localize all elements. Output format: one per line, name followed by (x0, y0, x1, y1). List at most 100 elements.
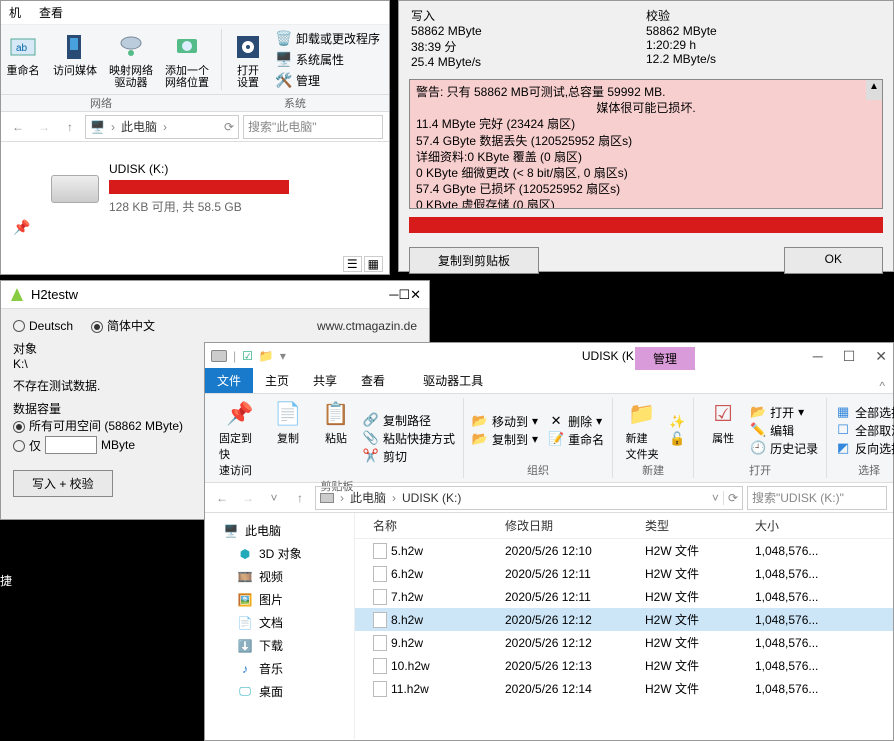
file-row[interactable]: 11.h2w2020/5/26 12:14H2W 文件1,048,576... (355, 677, 893, 700)
rename-button[interactable]: 📝重命名 (548, 431, 604, 448)
sidebar-3d[interactable]: ⬢3D 对象 (209, 542, 350, 565)
write-verify-button[interactable]: 写入 + 校验 (13, 470, 113, 497)
file-row[interactable]: 6.h2w2020/5/26 12:11H2W 文件1,048,576... (355, 562, 893, 585)
qat-dropdown[interactable]: ▾ (280, 349, 286, 363)
qat-folder[interactable]: 📁 (259, 349, 274, 363)
open-button[interactable]: 📂打开 ▾ (750, 404, 818, 421)
col-name[interactable]: 名称 (355, 517, 505, 534)
tab-drive-tools[interactable]: 驱动器工具 (411, 368, 495, 393)
close-button[interactable]: ✕ (875, 348, 887, 365)
file-row[interactable]: 7.h2w2020/5/26 12:11H2W 文件1,048,576... (355, 585, 893, 608)
minimize-button[interactable]: ─ (813, 348, 823, 365)
maximize-button[interactable]: ☐ (843, 348, 856, 365)
easyaccess-button[interactable]: 🔓 (669, 431, 685, 447)
back-button[interactable]: ← (7, 116, 29, 138)
sidebar-thispc[interactable]: 🖥️此电脑 (209, 519, 350, 542)
refresh-button[interactable]: ⟳ (224, 120, 234, 134)
forward-button[interactable]: → (237, 487, 259, 509)
search-input[interactable]: 搜索"此电脑" (243, 115, 383, 139)
sidebar-pictures[interactable]: 🖼️图片 (209, 588, 350, 611)
file-row[interactable]: 10.h2w2020/5/26 12:13H2W 文件1,048,576... (355, 654, 893, 677)
pin-quickaccess-button[interactable]: 📌固定到快 速访问 (219, 398, 261, 478)
map-network-button[interactable]: 映射网络 驱动器 (109, 29, 153, 90)
mbyte-input[interactable] (45, 436, 97, 454)
view-list-button[interactable]: ☰ (343, 256, 362, 272)
only-radio[interactable]: 仅 (13, 437, 41, 454)
file-row[interactable]: 9.h2w2020/5/26 12:12H2W 文件1,048,576... (355, 631, 893, 654)
select-none-button[interactable]: ☐全部取消 (835, 422, 894, 439)
website-link[interactable]: www.ctmagazin.de (317, 319, 417, 333)
copyto-button[interactable]: 📂复制到 ▾ (472, 431, 538, 448)
sidebar-downloads[interactable]: ⬇️下载 (209, 634, 350, 657)
sidebar-documents[interactable]: 📄文档 (209, 611, 350, 634)
sidebar-video[interactable]: 🎞️视频 (209, 565, 350, 588)
lang-de-radio[interactable]: Deutsch (13, 319, 73, 333)
error-log[interactable]: ▲ 警告: 只有 58862 MB可测试,总容量 59992 MB. 媒体很可能… (409, 79, 883, 209)
file-size: 1,048,576... (755, 636, 845, 650)
recent-button[interactable]: ˅ (263, 487, 285, 509)
delete-button[interactable]: ✕删除 ▾ (548, 413, 604, 430)
refresh-button[interactable]: ⟳ (723, 491, 738, 505)
address-field[interactable]: › 此电脑 › UDISK (K:) ˅ ⟳ (315, 486, 743, 510)
lang-cn-radio[interactable]: 简体中文 (91, 317, 155, 334)
selinv-icon: ◩ (835, 440, 851, 456)
select-invert-button[interactable]: ◩反向选择 (835, 440, 894, 457)
open-settings-button[interactable]: 打开 设置 (230, 29, 266, 90)
tab-home[interactable]: 主页 (253, 368, 301, 393)
paste-button[interactable]: 📋粘贴 (315, 398, 357, 478)
manage-button[interactable]: 🛠️管理 (274, 71, 382, 90)
view-menu[interactable]: 查看 (39, 4, 63, 21)
file-icon (373, 589, 387, 605)
collapse-ribbon-button[interactable]: ^ (871, 379, 893, 393)
file-row[interactable]: 8.h2w2020/5/26 12:12H2W 文件1,048,576... (355, 608, 893, 631)
delete-icon: ✕ (548, 413, 564, 429)
properties-button[interactable]: ☑属性 (702, 398, 744, 462)
edit-button[interactable]: ✏️编辑 (750, 422, 818, 439)
all-space-radio[interactable]: 所有可用空间 (58862 MByte) (13, 419, 183, 433)
col-date[interactable]: 修改日期 (505, 517, 645, 534)
pastelink-button[interactable]: 📎粘贴快捷方式 (363, 430, 455, 447)
col-type[interactable]: 类型 (645, 517, 755, 534)
newfolder-button[interactable]: 📁新建 文件夹 (621, 398, 663, 462)
back-button[interactable]: ← (211, 487, 233, 509)
sidebar-music[interactable]: ♪音乐 (209, 657, 350, 680)
file-row[interactable]: 5.h2w2020/5/26 12:10H2W 文件1,048,576... (355, 539, 893, 562)
drive-name: UDISK (K:) (109, 162, 289, 176)
folder-icon: 📁 (626, 398, 658, 430)
moveto-button[interactable]: 📂移动到 ▾ (472, 413, 538, 430)
sys-props-button[interactable]: 🖥️系统属性 (274, 50, 382, 69)
search-input[interactable]: 搜索"UDISK (K:)" (747, 486, 887, 510)
history-icon: 🕘 (750, 440, 766, 456)
pin-icon[interactable]: 📌 (13, 219, 30, 236)
tab-share[interactable]: 共享 (301, 368, 349, 393)
tab-view[interactable]: 查看 (349, 368, 397, 393)
cut-button[interactable]: ✂️剪切 (363, 448, 455, 465)
select-all-button[interactable]: ▦全部选择 (835, 404, 894, 421)
close-button[interactable]: ✕ (410, 287, 421, 303)
copy-button[interactable]: 📄复制 (267, 398, 309, 478)
up-button[interactable]: ↑ (289, 487, 311, 509)
maximize-button[interactable]: ☐ (398, 287, 410, 303)
address-field[interactable]: 🖥️ › 此电脑 › ⟳ (85, 115, 239, 139)
minimize-button[interactable]: ─ (389, 287, 398, 303)
sidebar-desktop[interactable]: 🖵桌面 (209, 680, 350, 703)
uninstall-button[interactable]: 🗑️卸载或更改程序 (274, 29, 382, 48)
copy-clipboard-button[interactable]: 复制到剪贴板 (409, 247, 539, 274)
drive-tile[interactable]: 📌 UDISK (K:) 128 KB 可用, 共 58.5 GB (1, 142, 389, 235)
qat-checkbox[interactable]: ☑ (242, 349, 253, 363)
forward-button[interactable]: → (33, 116, 55, 138)
context-group: 管理 (635, 347, 695, 370)
copypath-button[interactable]: 🔗复制路径 (363, 412, 455, 429)
up-button[interactable]: ↑ (59, 116, 81, 138)
view-icons-button[interactable]: ▦ (364, 256, 383, 272)
ok-button[interactable]: OK (784, 247, 883, 274)
add-network-button[interactable]: 添加一个 网络位置 (165, 29, 209, 90)
scroll-up-button[interactable]: ▲ (866, 80, 882, 100)
tab-file[interactable]: 文件 (205, 368, 253, 393)
map-net-icon (113, 29, 149, 65)
access-media-button[interactable]: 访问媒体 (53, 29, 97, 90)
col-size[interactable]: 大小 (755, 517, 845, 534)
newitem-button[interactable]: ✨ (669, 414, 685, 430)
history-button[interactable]: 🕘历史记录 (750, 440, 818, 457)
rename-button[interactable]: ab 重命名 (5, 29, 41, 90)
